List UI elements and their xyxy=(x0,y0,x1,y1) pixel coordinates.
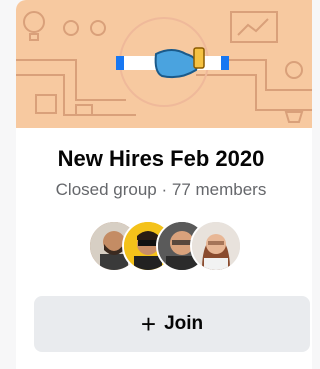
plus-icon: + xyxy=(140,309,157,339)
join-button-label: Join xyxy=(164,313,204,334)
avatar xyxy=(190,220,242,272)
member-avatars xyxy=(88,220,242,272)
join-button[interactable]: + Join xyxy=(34,296,310,352)
group-meta: Closed group · 77 members xyxy=(55,180,267,199)
group-card: New Hires Feb 2020 Closed group · 77 mem… xyxy=(16,0,312,369)
cover-illustration xyxy=(16,0,312,128)
handshake-illustration xyxy=(16,11,312,123)
group-name[interactable]: New Hires Feb 2020 xyxy=(16,146,306,172)
